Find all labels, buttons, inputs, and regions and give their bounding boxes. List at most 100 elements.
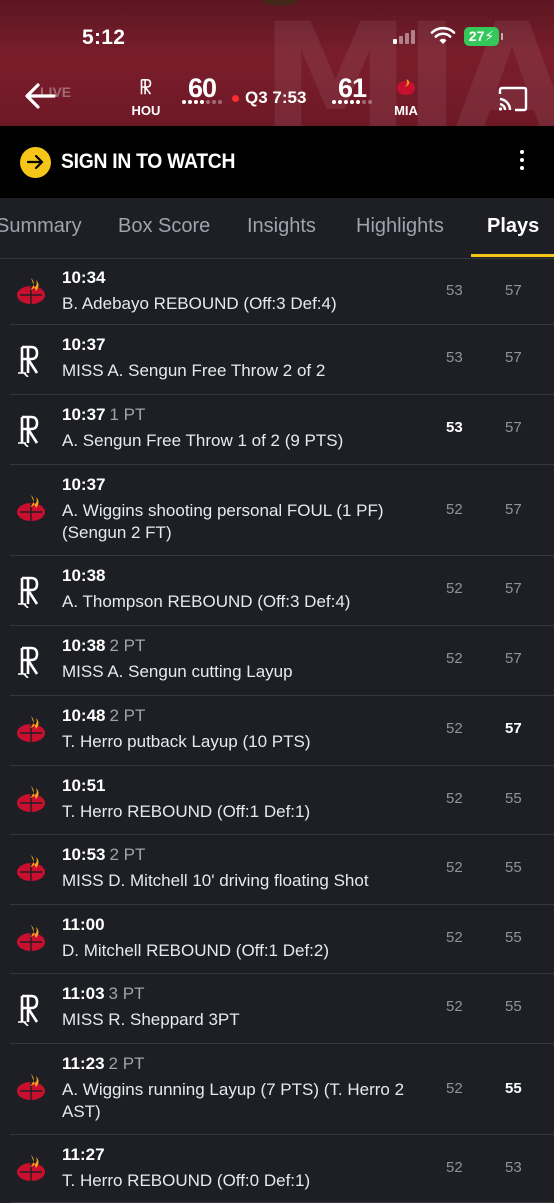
game-clock-text: Q3 7:53 — [245, 88, 307, 107]
play-time: 10:37 — [62, 475, 106, 494]
play-row[interactable]: 11:03 3 PT MISS R. Sheppard 3PT 52 55 — [10, 974, 554, 1044]
play-mia-score: 55 — [505, 790, 522, 807]
play-mia-score: 53 — [505, 1159, 522, 1176]
play-description: A. Wiggins running Layup (7 PTS) (T. Her… — [62, 1080, 405, 1121]
more-options-icon[interactable] — [520, 150, 524, 174]
play-mia-score: 57 — [505, 650, 522, 667]
play-row[interactable]: 10:38 2 PT MISS A. Sengun cutting Layup 52 5… — [10, 626, 554, 696]
play-points: 2 PT — [108, 1054, 145, 1073]
cast-icon[interactable] — [497, 86, 529, 112]
heat-logo-icon — [14, 1072, 48, 1107]
play-row[interactable]: 10:34 B. Adebayo REBOUND (Off:3 Def:4) 53 5… — [10, 258, 554, 325]
play-row[interactable]: 11:00 D. Mitchell REBOUND (Off:1 Def:2) 52… — [10, 905, 554, 974]
play-description: T. Herro REBOUND (Off:1 Def:1) — [62, 802, 311, 821]
play-time: 10:37 1 PT — [62, 405, 146, 424]
play-description: A. Sengun Free Throw 1 of 2 (9 PTS) — [62, 431, 344, 450]
heat-logo-icon — [14, 1153, 48, 1188]
tab-insights[interactable]: Insights — [247, 215, 316, 238]
play-description: MISS A. Sengun cutting Layup — [62, 662, 293, 681]
tab-summary[interactable]: Summary — [0, 215, 82, 238]
heat-logo-icon — [14, 923, 48, 958]
play-mia-score: 57 — [505, 501, 522, 518]
rockets-logo-icon — [14, 343, 44, 382]
status-time: 5:12 — [82, 26, 126, 49]
play-row[interactable]: 11:23 2 PT A. Wiggins running Layup (7 PTS… — [10, 1044, 554, 1135]
sign-in-bar[interactable]: SIGN IN TO WATCH — [0, 126, 554, 198]
play-description: A. Wiggins shooting personal FOUL (1 PF)… — [62, 501, 384, 542]
heat-logo-icon — [14, 276, 48, 311]
arrow-right-icon — [20, 146, 51, 178]
play-hou-score: 53 — [446, 282, 463, 299]
home-team[interactable]: MIA — [386, 78, 426, 118]
play-description: B. Adebayo REBOUND (Off:3 Def:4) — [62, 294, 337, 313]
game-header: MIA 5:12 27⚡ LIVE HOU 60 Q3 7:53 61 MIA — [0, 0, 554, 126]
play-hou-score: 52 — [446, 859, 463, 876]
rockets-logo-icon — [14, 992, 44, 1031]
play-time: 11:23 2 PT — [62, 1054, 145, 1073]
play-description: A. Thompson REBOUND (Off:3 Def:4) — [62, 592, 351, 611]
play-hou-score: 52 — [446, 650, 463, 667]
away-team[interactable]: HOU — [126, 78, 166, 118]
play-hou-score: 52 — [446, 1159, 463, 1176]
home-score: 61 — [330, 74, 374, 104]
play-hou-score: 52 — [446, 790, 463, 807]
play-time: 10:37 — [62, 335, 106, 354]
heat-logo-icon — [14, 853, 48, 888]
play-description: MISS A. Sengun Free Throw 2 of 2 — [62, 361, 326, 380]
heat-logo-icon — [14, 493, 48, 528]
play-mia-score: 57 — [505, 580, 522, 597]
play-time: 11:27 — [62, 1145, 105, 1164]
rockets-logo-icon — [14, 574, 44, 613]
play-time: 10:38 — [62, 566, 106, 585]
home-timeouts — [330, 100, 374, 104]
play-hou-score: 53 — [446, 419, 463, 436]
tab-plays[interactable]: Plays — [487, 215, 539, 238]
battery-indicator: 27⚡ — [464, 27, 503, 46]
play-row[interactable]: 10:51 T. Herro REBOUND (Off:1 Def:1) 52 55 — [10, 766, 554, 835]
tab-box-score[interactable]: Box Score — [118, 215, 210, 238]
play-description: T. Herro REBOUND (Off:0 Def:1) — [62, 1171, 311, 1190]
game-clock: Q3 7:53 — [232, 88, 306, 108]
play-mia-score: 57 — [505, 349, 522, 366]
play-time: 10:51 — [62, 776, 106, 795]
play-row[interactable]: 10:37 1 PT A. Sengun Free Throw 1 of 2 (9 … — [10, 395, 554, 465]
away-score: 60 — [180, 74, 224, 104]
play-description: MISS R. Sheppard 3PT — [62, 1010, 240, 1029]
play-points: 2 PT — [109, 636, 146, 655]
play-hou-score: 52 — [446, 998, 463, 1015]
play-hou-score: 52 — [446, 580, 463, 597]
play-time: 11:03 3 PT — [62, 984, 145, 1003]
plays-list: 10:34 B. Adebayo REBOUND (Off:3 Def:4) 53 5… — [0, 258, 554, 1203]
play-hou-score: 53 — [446, 349, 463, 366]
tab-highlights[interactable]: Highlights — [356, 215, 444, 238]
play-mia-score: 57 — [505, 419, 522, 436]
rockets-logo-icon — [140, 78, 152, 95]
play-description: T. Herro putback Layup (10 PTS) — [62, 732, 311, 751]
away-timeouts — [180, 100, 224, 104]
play-time: 11:00 — [62, 915, 105, 934]
battery-level: 27 — [468, 28, 485, 44]
play-row[interactable]: 10:48 2 PT T. Herro putback Layup (10 PTS)… — [10, 696, 554, 766]
play-hou-score: 52 — [446, 501, 463, 518]
play-row[interactable]: 11:27 T. Herro REBOUND (Off:0 Def:1) 52 53 — [10, 1135, 554, 1203]
heat-logo-icon — [397, 79, 415, 95]
play-row[interactable]: 10:37 A. Wiggins shooting personal FOUL (… — [10, 465, 554, 556]
play-mia-score: 55 — [505, 929, 522, 946]
play-hou-score: 52 — [446, 1080, 463, 1097]
tab-bar: Summary Box Score Insights Highlights Pl… — [0, 198, 554, 259]
play-row[interactable]: 10:38 A. Thompson REBOUND (Off:3 Def:4) 52… — [10, 556, 554, 626]
sign-in-label: SIGN IN TO WATCH — [61, 150, 236, 173]
active-tab-indicator — [471, 254, 554, 257]
play-mia-score: 57 — [505, 282, 522, 299]
play-row[interactable]: 10:37 MISS A. Sengun Free Throw 2 of 2 53 5… — [10, 325, 554, 395]
play-points: 2 PT — [109, 706, 146, 725]
play-time: 10:34 — [62, 268, 106, 287]
signal-icon — [393, 30, 415, 44]
rockets-logo-icon — [14, 413, 44, 452]
play-row[interactable]: 10:53 2 PT MISS D. Mitchell 10' driving fl… — [10, 835, 554, 905]
play-mia-score: 55 — [505, 859, 522, 876]
play-mia-score: 55 — [505, 1080, 522, 1097]
live-label: LIVE — [40, 84, 72, 100]
rockets-logo-icon — [14, 644, 44, 683]
play-description: D. Mitchell REBOUND (Off:1 Def:2) — [62, 941, 330, 960]
